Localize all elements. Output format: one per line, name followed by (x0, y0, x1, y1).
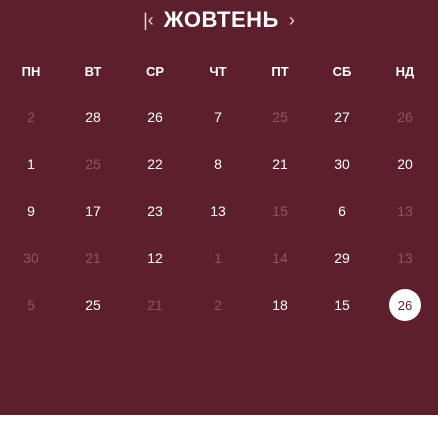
day-cell[interactable]: 25 (249, 94, 311, 140)
day-label: 1 (27, 156, 35, 172)
day-cell[interactable]: 27 (311, 94, 373, 140)
day-cell[interactable]: 20 (374, 141, 436, 187)
day-cell[interactable]: 22 (124, 141, 186, 187)
prev-month-button[interactable]: |‹ (133, 11, 164, 29)
day-label: 1 (214, 250, 222, 266)
day-cell[interactable]: 21 (249, 141, 311, 187)
day-label: 26 (397, 109, 413, 125)
day-label: 21 (272, 156, 288, 172)
day-cell[interactable]: 13 (374, 235, 436, 281)
day-label: 29 (334, 250, 350, 266)
day-cell[interactable]: 8 (187, 141, 249, 187)
day-cell[interactable]: 6 (311, 188, 373, 234)
day-label: 13 (397, 250, 413, 266)
day-label: 25 (272, 109, 288, 125)
day-cell[interactable]: 15 (249, 188, 311, 234)
day-cell[interactable]: 9 (0, 188, 62, 234)
day-cell[interactable]: 5 (0, 282, 62, 328)
day-cell[interactable]: 29 (311, 235, 373, 281)
day-label: 15 (272, 203, 288, 219)
day-label: 2 (27, 109, 35, 125)
week-row: 1 25 22 8 21 30 20 (0, 141, 438, 187)
day-cell[interactable]: 13 (374, 188, 436, 234)
week-row: 30 21 12 1 14 29 13 (0, 235, 438, 281)
day-label: 9 (27, 203, 35, 219)
day-label: 21 (85, 250, 101, 266)
day-label: 30 (334, 156, 350, 172)
day-cell[interactable]: 14 (249, 235, 311, 281)
day-label: 6 (338, 203, 346, 219)
day-label: 2 (214, 297, 222, 313)
day-label: 26 (147, 109, 163, 125)
next-month-button[interactable]: › (279, 11, 305, 29)
day-label: 25 (85, 297, 101, 313)
day-cell[interactable]: 12 (124, 235, 186, 281)
calendar: |‹ ЖОВТЕНЬ › ПН ВТ СР ЧТ ПТ СБ НД 2 28 26 7… (0, 0, 438, 415)
day-label: 17 (85, 203, 101, 219)
day-cell[interactable]: 23 (124, 188, 186, 234)
day-cell[interactable]: 30 (0, 235, 62, 281)
day-cell[interactable]: 30 (311, 141, 373, 187)
day-cell[interactable]: 2 (0, 94, 62, 140)
day-label: 27 (334, 109, 350, 125)
day-label: 7 (214, 109, 222, 125)
day-cell[interactable]: 1 (187, 235, 249, 281)
day-cell[interactable]: 21 (124, 282, 186, 328)
day-label: 21 (147, 297, 163, 313)
day-cell[interactable]: 26 (124, 94, 186, 140)
weekday-thu: ЧТ (209, 63, 227, 79)
day-label: 14 (272, 250, 288, 266)
day-label: 23 (147, 203, 163, 219)
day-cell[interactable]: 17 (62, 188, 124, 234)
calendar-header: |‹ ЖОВТЕНЬ › (0, 0, 438, 40)
bottom-strip (0, 415, 438, 447)
day-label: 22 (147, 156, 163, 172)
weekday-fri: ПТ (271, 63, 289, 79)
week-row: 9 17 23 13 15 6 13 (0, 188, 438, 234)
day-label: 13 (397, 203, 413, 219)
weekday-sat: СБ (332, 63, 352, 79)
day-cell[interactable]: 1 (0, 141, 62, 187)
day-cell[interactable]: 2 (187, 282, 249, 328)
day-cell[interactable]: 18 (249, 282, 311, 328)
day-cell[interactable]: 15 (311, 282, 373, 328)
day-label: 28 (85, 109, 101, 125)
week-row: 2 28 26 7 25 27 26 (0, 94, 438, 140)
day-cell[interactable]: 21 (62, 235, 124, 281)
day-cell-selected[interactable]: 26 (374, 282, 436, 328)
day-label: 15 (334, 297, 350, 313)
day-label: 13 (210, 203, 226, 219)
week-row: 5 25 21 2 18 15 26 (0, 282, 438, 328)
day-label: 18 (272, 297, 288, 313)
day-cell[interactable]: 28 (62, 94, 124, 140)
day-cell[interactable]: 25 (62, 141, 124, 187)
day-label: 26 (389, 289, 421, 321)
day-label: 8 (214, 156, 222, 172)
day-label: 5 (27, 297, 35, 313)
day-label: 20 (397, 156, 413, 172)
month-title: ЖОВТЕНЬ (163, 7, 279, 32)
day-label: 12 (147, 250, 163, 266)
weekday-mon: ПН (21, 63, 41, 79)
day-cell[interactable]: 25 (62, 282, 124, 328)
weekday-sun: НД (395, 63, 415, 79)
day-cell[interactable]: 13 (187, 188, 249, 234)
day-label: 25 (85, 156, 101, 172)
day-cell[interactable]: 26 (374, 94, 436, 140)
day-label: 30 (23, 250, 39, 266)
weekday-tue: ВТ (84, 63, 102, 79)
weekday-wed: СР (145, 63, 165, 79)
weekday-row: ПН ВТ СР ЧТ ПТ СБ НД (0, 48, 438, 94)
day-cell[interactable]: 7 (187, 94, 249, 140)
